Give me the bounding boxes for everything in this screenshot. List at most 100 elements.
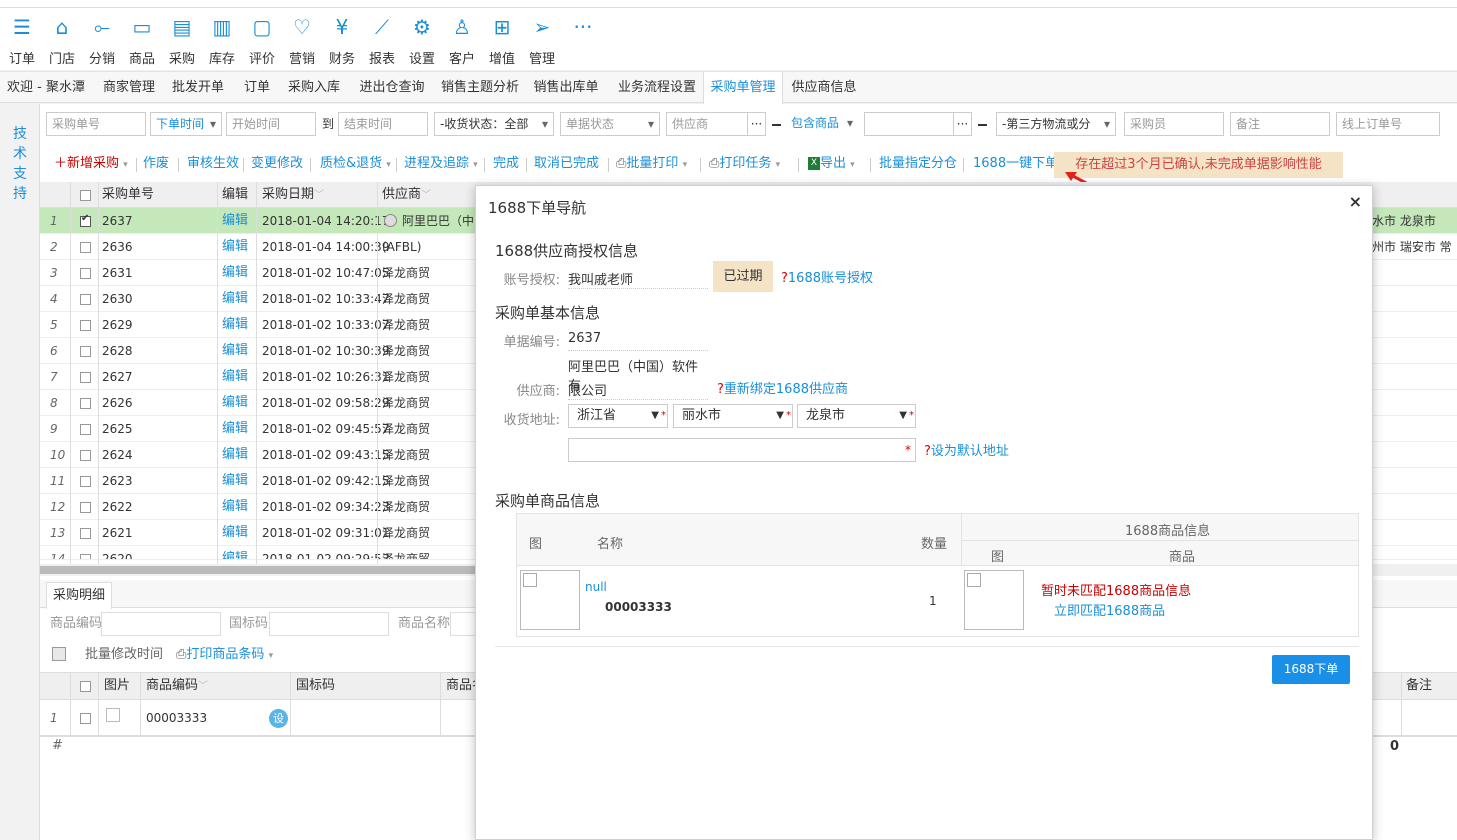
row-checkbox[interactable] [80, 294, 91, 305]
row-checkbox[interactable] [80, 268, 91, 279]
edit-link[interactable]: 编辑 [222, 390, 248, 416]
change-button[interactable]: 变更修改 [251, 154, 303, 174]
district-select[interactable]: 龙泉市 ▼ * [797, 404, 916, 428]
done-button[interactable]: 完成 [493, 154, 519, 174]
goods-code-input[interactable] [101, 612, 221, 636]
edit-link[interactable]: 编辑 [222, 442, 248, 468]
batch-print-button[interactable]: ⎙批量打印 ▾ [616, 154, 687, 174]
qc-return-button[interactable]: 质检&退货 ▾ [320, 154, 391, 174]
col-purchase-no[interactable]: 采购单号 [102, 182, 154, 208]
edit-link[interactable]: 编辑 [222, 520, 248, 546]
nav-item-4[interactable]: ▭ 商品 [122, 14, 162, 67]
close-icon[interactable]: × [1349, 192, 1362, 211]
goods-input[interactable]: ··· [864, 112, 972, 136]
print-barcode-button[interactable]: ⎙打印商品条码 ▾ [176, 643, 273, 668]
rebind-supplier-link[interactable]: ?重新绑定1688供应商 [717, 378, 848, 397]
export-button[interactable]: X 导出 ▾ [808, 154, 855, 174]
province-select[interactable]: 浙江省 ▼ * [568, 404, 668, 428]
row-checkbox[interactable] [80, 242, 91, 253]
col-supplier[interactable]: 供应商﹀ [382, 182, 431, 209]
print-task-button[interactable]: ⎙打印任务 ▾ [709, 154, 780, 174]
save-icon[interactable] [52, 647, 66, 661]
detail-select-all-checkbox[interactable] [80, 681, 91, 692]
row-checkbox[interactable] [80, 398, 91, 409]
edit-link[interactable]: 编辑 [222, 468, 248, 494]
city-select[interactable]: 丽水市 ▼ * [673, 404, 793, 428]
nav-item-8[interactable]: ♡ 营销 [282, 14, 322, 67]
tab-9[interactable]: 业务流程设置 [608, 72, 706, 103]
nav-item-13[interactable]: ⊞ 增值 [482, 14, 522, 67]
nav-item-3[interactable]: ⟜ 分销 [82, 14, 122, 67]
doc-status-select[interactable]: 单据状态 [560, 112, 660, 136]
approve-button[interactable]: 审核生效 [187, 154, 239, 174]
nav-item-14[interactable]: ➢ 管理 [522, 14, 562, 67]
logistics-select[interactable]: -第三方物流或分 [996, 112, 1116, 136]
nav-item-5[interactable]: ▤ 采购 [162, 14, 202, 67]
start-time-input[interactable]: 开始时间 [226, 112, 316, 136]
batch-time-button[interactable]: 批量修改时间 [85, 643, 163, 667]
nav-item-6[interactable]: ▥ 库存 [202, 14, 242, 67]
edit-link[interactable]: 编辑 [222, 260, 248, 286]
row-checkbox[interactable] [80, 554, 91, 559]
col-goods-code[interactable]: 商品编码﹀ [146, 673, 208, 700]
select-all-checkbox[interactable] [80, 190, 91, 201]
col-date[interactable]: 采购日期﹀ [262, 182, 324, 209]
void-button[interactable]: 作废 [143, 154, 169, 174]
street-address-input[interactable]: * [568, 438, 916, 462]
row-checkbox[interactable] [80, 450, 91, 461]
tab-purchase-detail[interactable]: 采购明细 [46, 582, 112, 609]
row-checkbox[interactable] [80, 213, 91, 227]
goods-name-link[interactable]: null [585, 580, 607, 594]
buyer-input[interactable]: 采购员 [1124, 112, 1224, 136]
online-order-input[interactable]: 线上订单号 [1336, 112, 1440, 136]
nav-item-7[interactable]: ▢ 评价 [242, 14, 282, 67]
row-checkbox[interactable] [80, 424, 91, 435]
purchase-no-input[interactable]: 采购单号 [46, 112, 146, 136]
tab-1[interactable]: 欢迎 - 聚水潭 [0, 72, 92, 103]
row-checkbox[interactable] [80, 476, 91, 487]
set-default-address-link[interactable]: ?设为默认地址 [924, 440, 1009, 459]
barcode-input[interactable] [269, 612, 389, 636]
one-click-1688-button[interactable]: 1688一键下单 [973, 154, 1058, 174]
set-button[interactable]: 设 [269, 709, 288, 728]
minus-icon[interactable] [772, 124, 781, 126]
row-checkbox[interactable] [80, 528, 91, 539]
edit-link[interactable]: 编辑 [222, 494, 248, 520]
order-1688-button[interactable]: 1688下单 [1272, 655, 1350, 684]
tab-4[interactable]: 订单 [236, 72, 278, 103]
cancel-done-button[interactable]: 取消已完成 [534, 154, 599, 174]
row-checkbox[interactable] [80, 372, 91, 383]
tab-6[interactable]: 进出仓查询 [350, 72, 434, 103]
nav-item-10[interactable]: ⟋ 报表 [362, 14, 402, 67]
edit-link[interactable]: 编辑 [222, 338, 248, 364]
tab-7[interactable]: 销售主题分析 [436, 72, 524, 103]
goods-picker-icon[interactable]: ··· [953, 113, 971, 135]
tab-3[interactable]: 批发开单 [164, 72, 232, 103]
scrollbar-thumb[interactable] [40, 566, 475, 574]
tab-11[interactable]: 供应商信息 [784, 72, 864, 103]
remark-input[interactable]: 备注 [1230, 112, 1330, 136]
receive-status-select[interactable]: -收货状态：全部 [434, 112, 554, 136]
edit-link[interactable]: 编辑 [222, 234, 248, 260]
nav-item-12[interactable]: ♙ 客户 [442, 14, 482, 67]
supplier-picker-icon[interactable]: ··· [747, 113, 765, 135]
new-purchase-button[interactable]: ＋新增采购 ▾ [54, 154, 128, 174]
row-checkbox[interactable] [80, 502, 91, 513]
tab-2[interactable]: 商家管理 [95, 72, 163, 103]
nav-item-9[interactable]: ¥ 财务 [322, 14, 362, 67]
match-now-link[interactable]: 立即匹配1688商品 [1054, 600, 1165, 619]
account-auth-link[interactable]: ?1688账号授权 [781, 267, 873, 286]
end-time-input[interactable]: 结束时间 [338, 112, 428, 136]
edit-link[interactable]: 编辑 [222, 546, 248, 559]
tab-5[interactable]: 采购入库 [280, 72, 348, 103]
nav-item-1[interactable]: ☰ 订单 [2, 14, 42, 67]
supplier-input[interactable]: 供应商 ··· [666, 112, 766, 136]
tab-8[interactable]: 销售出库单 [526, 72, 606, 103]
row-checkbox[interactable] [80, 320, 91, 331]
order-time-select[interactable]: 下单时间 [150, 112, 222, 136]
edit-link[interactable]: 编辑 [222, 286, 248, 312]
nav-item-2[interactable]: ⌂ 门店 [42, 14, 82, 67]
edit-link[interactable]: 编辑 [222, 208, 248, 234]
row-checkbox[interactable] [80, 346, 91, 357]
edit-link[interactable]: 编辑 [222, 312, 248, 338]
